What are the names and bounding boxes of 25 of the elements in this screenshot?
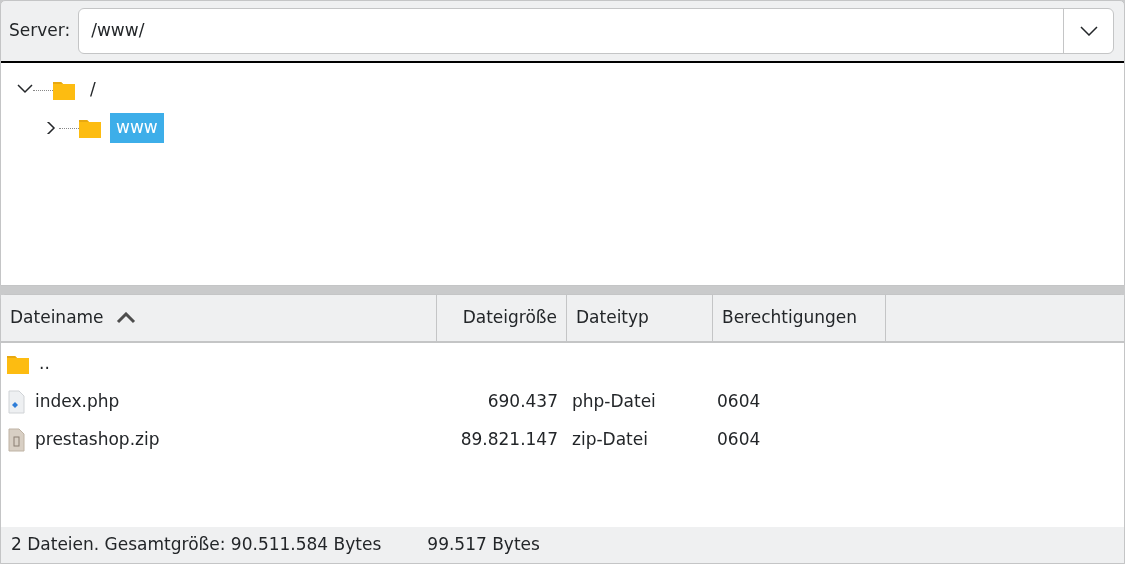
tree-item[interactable]: /: [84, 75, 102, 105]
status-free-space: 99.517 Bytes: [427, 533, 540, 557]
folder-icon: [7, 354, 29, 374]
file-size: 89.821.147: [460, 429, 558, 450]
status-summary: 2 Dateien. Gesamtgröße: 90.511.584 Bytes: [11, 533, 382, 557]
column-header[interactable]: Dateiname: [1, 295, 437, 341]
file-name[interactable]: ..: [39, 351, 50, 377]
file-name[interactable]: index.php: [35, 389, 120, 415]
file-name[interactable]: prestashop.zip: [35, 427, 160, 453]
column-header[interactable]: Berechtigungen: [713, 295, 886, 341]
column-header[interactable]: Dateityp: [567, 295, 713, 341]
folder-icon: [53, 80, 75, 100]
expanded-chevron-icon[interactable]: [17, 84, 33, 96]
archive-file-icon: [7, 428, 25, 452]
folder-icon: [79, 118, 101, 138]
file-type: zip-Datei: [572, 429, 648, 450]
file-permissions: 0604: [717, 429, 761, 450]
server-path-combobox[interactable]: /www/: [78, 8, 1114, 54]
file-type: php-Datei: [572, 391, 656, 412]
file-size: 690.437: [487, 391, 558, 412]
php-file-icon: [7, 390, 25, 414]
column-header[interactable]: Dateigröße: [437, 295, 567, 341]
server-label: Server:: [9, 19, 71, 43]
file-permissions: 0604: [717, 391, 761, 412]
dropdown-caret-icon: [1079, 26, 1098, 36]
